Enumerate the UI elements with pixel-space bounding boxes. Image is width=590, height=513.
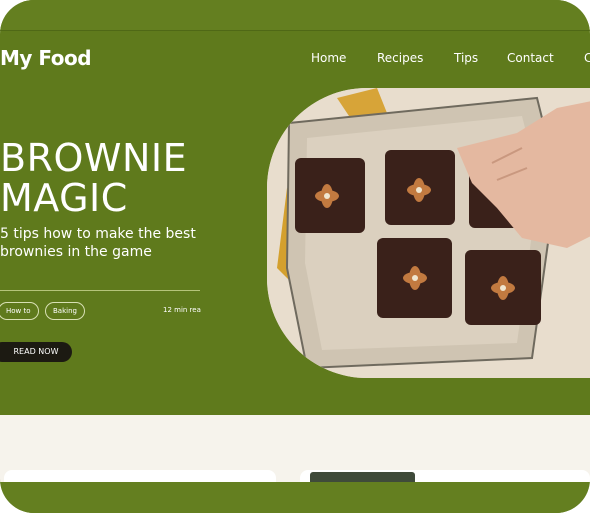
brownies-illustration — [267, 88, 590, 378]
hero-divider — [0, 290, 200, 291]
bottom-strip — [0, 482, 590, 513]
hero-image — [267, 88, 590, 378]
tag-baking[interactable]: Baking — [45, 302, 85, 320]
top-strip — [0, 0, 590, 31]
hero-title: BROWNIE MAGIC — [0, 138, 187, 218]
nav-item-contact[interactable]: Contact — [507, 51, 554, 65]
hero-title-line2: MAGIC — [0, 176, 128, 220]
site-logo[interactable]: My Food — [0, 46, 92, 70]
nav-item-tips[interactable]: Tips — [454, 51, 478, 65]
nav-item-cut-off[interactable]: C — [584, 51, 590, 65]
app-window: My Food Home Recipes Tips Contact C BROW… — [0, 0, 590, 513]
nav-item-recipes[interactable]: Recipes — [377, 51, 423, 65]
nav-item-home[interactable]: Home — [311, 51, 346, 65]
read-time: 12 min rea — [163, 306, 201, 314]
hero-title-line1: BROWNIE — [0, 136, 188, 180]
hero-subtitle: 5 tips how to make the best brownies in … — [0, 226, 196, 260]
tag-how-to[interactable]: How to — [0, 302, 39, 320]
read-now-button[interactable]: READ NOW — [0, 342, 72, 362]
